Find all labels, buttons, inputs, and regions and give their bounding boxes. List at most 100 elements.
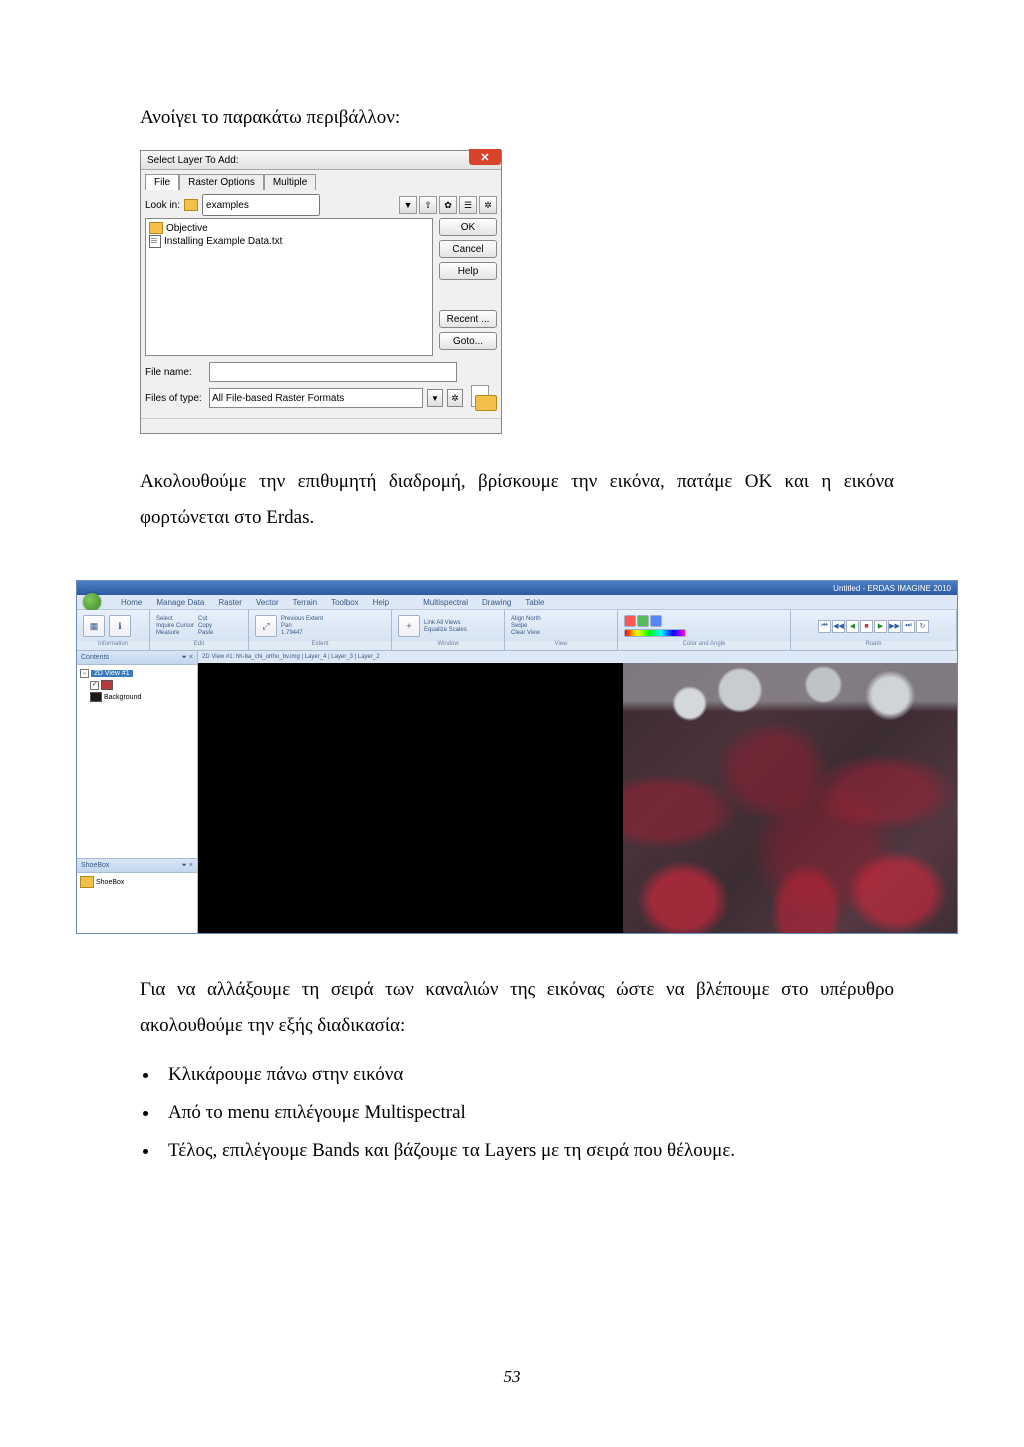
ribbon-link-views[interactable]: Link All Views xyxy=(424,620,467,626)
shoebox-panel: ShoeBox xyxy=(77,873,197,933)
menu-toolbox[interactable]: Toolbox xyxy=(331,598,359,607)
filetype-label: Files of type: xyxy=(145,393,205,404)
para-2: Ακολουθούμε την επιθυμητή διαδρομή, βρίσ… xyxy=(140,464,894,536)
band-green-icon[interactable] xyxy=(637,615,649,627)
zoom-to-extent-icon[interactable]: ⤢ xyxy=(255,615,277,637)
help-button[interactable]: Help xyxy=(439,262,497,280)
stop-icon[interactable]: ■ xyxy=(860,620,873,633)
up-folder-icon[interactable]: ⇧ xyxy=(419,196,437,214)
tab-multiple[interactable]: Multiple xyxy=(264,174,316,190)
dropdown-icon[interactable]: ▼ xyxy=(427,389,443,407)
menu-terrain[interactable]: Terrain xyxy=(293,598,317,607)
loop-icon[interactable]: ↻ xyxy=(916,620,929,633)
filetype-select[interactable] xyxy=(209,388,423,408)
lookin-label: Look in: xyxy=(145,200,180,211)
file-list[interactable]: Objective Installing Example Data.txt xyxy=(145,218,433,356)
cancel-button[interactable]: Cancel xyxy=(439,240,497,258)
menu-manage-data[interactable]: Manage Data xyxy=(156,598,204,607)
color-ramp-icon[interactable] xyxy=(624,629,686,637)
bullet-list: Κλικάρουμε πάνω στην εικόνα Από το menu … xyxy=(160,1056,894,1170)
dialog-title: Select Layer To Add: xyxy=(147,155,239,166)
rewind-icon[interactable]: ◀◀ xyxy=(832,620,845,633)
ribbon-align-north[interactable]: Align North xyxy=(511,616,541,622)
sidebar: Contents⏷ × −2D View #1 ✓ Background Sho… xyxy=(77,651,198,933)
skip-back-icon[interactable]: ⏮ xyxy=(818,620,831,633)
band-blue-icon[interactable] xyxy=(650,615,662,627)
forward-icon[interactable]: ▶▶ xyxy=(888,620,901,633)
ribbon-prev-extent[interactable]: Previous Extent xyxy=(281,616,323,622)
roam-controls: ⏮ ◀◀ ◀ ■ ▶ ▶▶ ⏭ ↻ xyxy=(818,620,929,633)
star-icon[interactable]: ✲ xyxy=(447,389,463,407)
menu-raster[interactable]: Raster xyxy=(218,598,242,607)
app-title: Untitled - ERDAS IMAGINE 2010 xyxy=(833,584,951,593)
menu-help[interactable]: Help xyxy=(373,598,389,607)
lookin-combo[interactable] xyxy=(202,194,320,216)
tree-layer-node[interactable]: ✓ xyxy=(90,679,194,691)
ribbon-copy[interactable]: Copy xyxy=(198,623,213,629)
play-back-icon[interactable]: ◀ xyxy=(846,620,859,633)
menu-multispectral[interactable]: Multispectral xyxy=(423,598,468,607)
app-titlebar: Untitled - ERDAS IMAGINE 2010 xyxy=(77,581,957,595)
layer-swatch-icon xyxy=(101,680,113,690)
dropdown-icon[interactable]: ▼ xyxy=(399,196,417,214)
para-3: Για να αλλάξουμε τη σειρά των καναλιών τ… xyxy=(140,972,894,1044)
list-item: Κλικάρουμε πάνω στην εικόνα xyxy=(160,1056,894,1094)
add-views-icon[interactable]: + xyxy=(398,615,420,637)
ribbon-measure[interactable]: Measure xyxy=(156,630,194,636)
ribbon: ▦ ℹ Information Select Inquire Cursor Me… xyxy=(77,610,957,651)
folder-icon xyxy=(80,876,94,888)
list-item[interactable]: Installing Example Data.txt xyxy=(149,235,429,248)
raster-image[interactable] xyxy=(623,663,957,933)
menu-drawing[interactable]: Drawing xyxy=(482,598,511,607)
app-orb-icon[interactable] xyxy=(83,593,101,611)
list-view-icon[interactable]: ☰ xyxy=(459,196,477,214)
goto-button[interactable]: Goto... xyxy=(439,332,497,350)
ribbon-pan[interactable]: Pan xyxy=(281,623,323,629)
layer-tree[interactable]: −2D View #1 ✓ Background xyxy=(77,665,197,859)
tree-view-node[interactable]: −2D View #1 xyxy=(80,668,194,679)
erdas-screenshot: Untitled - ERDAS IMAGINE 2010 Home Manag… xyxy=(76,580,894,934)
filename-label: File name: xyxy=(145,367,205,378)
menu-table[interactable]: Table xyxy=(525,598,544,607)
list-item: Τέλος, επιλέγουμε Bands και βάζουμε τα L… xyxy=(160,1132,894,1170)
status-bar xyxy=(141,418,501,433)
ribbon-swipe[interactable]: Swipe xyxy=(511,623,541,629)
viewport[interactable]: 2D View #1: hh-ba_chi_ortho_bv.img | Lay… xyxy=(198,651,957,933)
folder-icon xyxy=(184,199,198,211)
tree-background-node[interactable]: Background xyxy=(90,691,194,703)
menu-bar: Home Manage Data Raster Vector Terrain T… xyxy=(77,595,957,610)
contents-panel-header: Contents⏷ × xyxy=(77,651,197,665)
dialog-screenshot: Select Layer To Add: ✕ File Raster Optio… xyxy=(140,150,894,434)
recent-button[interactable]: Recent ... xyxy=(439,310,497,328)
play-icon[interactable]: ▶ xyxy=(874,620,887,633)
menu-home[interactable]: Home xyxy=(121,598,142,607)
ribbon-equalize[interactable]: Equalize Scales xyxy=(424,627,467,633)
tab-raster-options[interactable]: Raster Options xyxy=(179,174,264,190)
close-icon[interactable]: ✕ xyxy=(469,149,501,165)
ribbon-scale: 1.79447 xyxy=(281,630,323,636)
ok-button[interactable]: OK xyxy=(439,218,497,236)
contents-button[interactable]: ▦ xyxy=(83,615,105,637)
filename-input[interactable] xyxy=(209,362,457,382)
band-red-icon[interactable] xyxy=(624,615,636,627)
list-item: Από το menu επιλέγουμε Multispectral xyxy=(160,1094,894,1132)
document-icon xyxy=(149,235,161,248)
pin-icon[interactable]: ⏷ × xyxy=(181,654,193,662)
ribbon-select[interactable]: Select xyxy=(156,616,194,622)
ribbon-inquire[interactable]: Inquire Cursor xyxy=(156,623,194,629)
tab-file[interactable]: File xyxy=(145,174,179,190)
dialog-tabs: File Raster Options Multiple xyxy=(145,174,497,190)
ribbon-paste[interactable]: Paste xyxy=(198,630,213,636)
new-folder-icon[interactable]: ✿ xyxy=(439,196,457,214)
ribbon-cut[interactable]: Cut xyxy=(198,616,213,622)
ribbon-clear-view[interactable]: Clear View xyxy=(511,630,541,636)
skip-fwd-icon[interactable]: ⏭ xyxy=(902,620,915,633)
details-view-icon[interactable]: ✲ xyxy=(479,196,497,214)
list-item[interactable]: Objective xyxy=(149,222,429,234)
layer-info-button[interactable]: ℹ xyxy=(109,615,131,637)
intro-text: Ανοίγει το παρακάτω περιβάλλον: xyxy=(140,100,894,136)
pin-icon[interactable]: ⏷ × xyxy=(181,862,193,870)
dialog-titlebar: Select Layer To Add: ✕ xyxy=(141,151,501,170)
shoebox-item[interactable]: ShoeBox xyxy=(77,873,197,891)
menu-vector[interactable]: Vector xyxy=(256,598,279,607)
